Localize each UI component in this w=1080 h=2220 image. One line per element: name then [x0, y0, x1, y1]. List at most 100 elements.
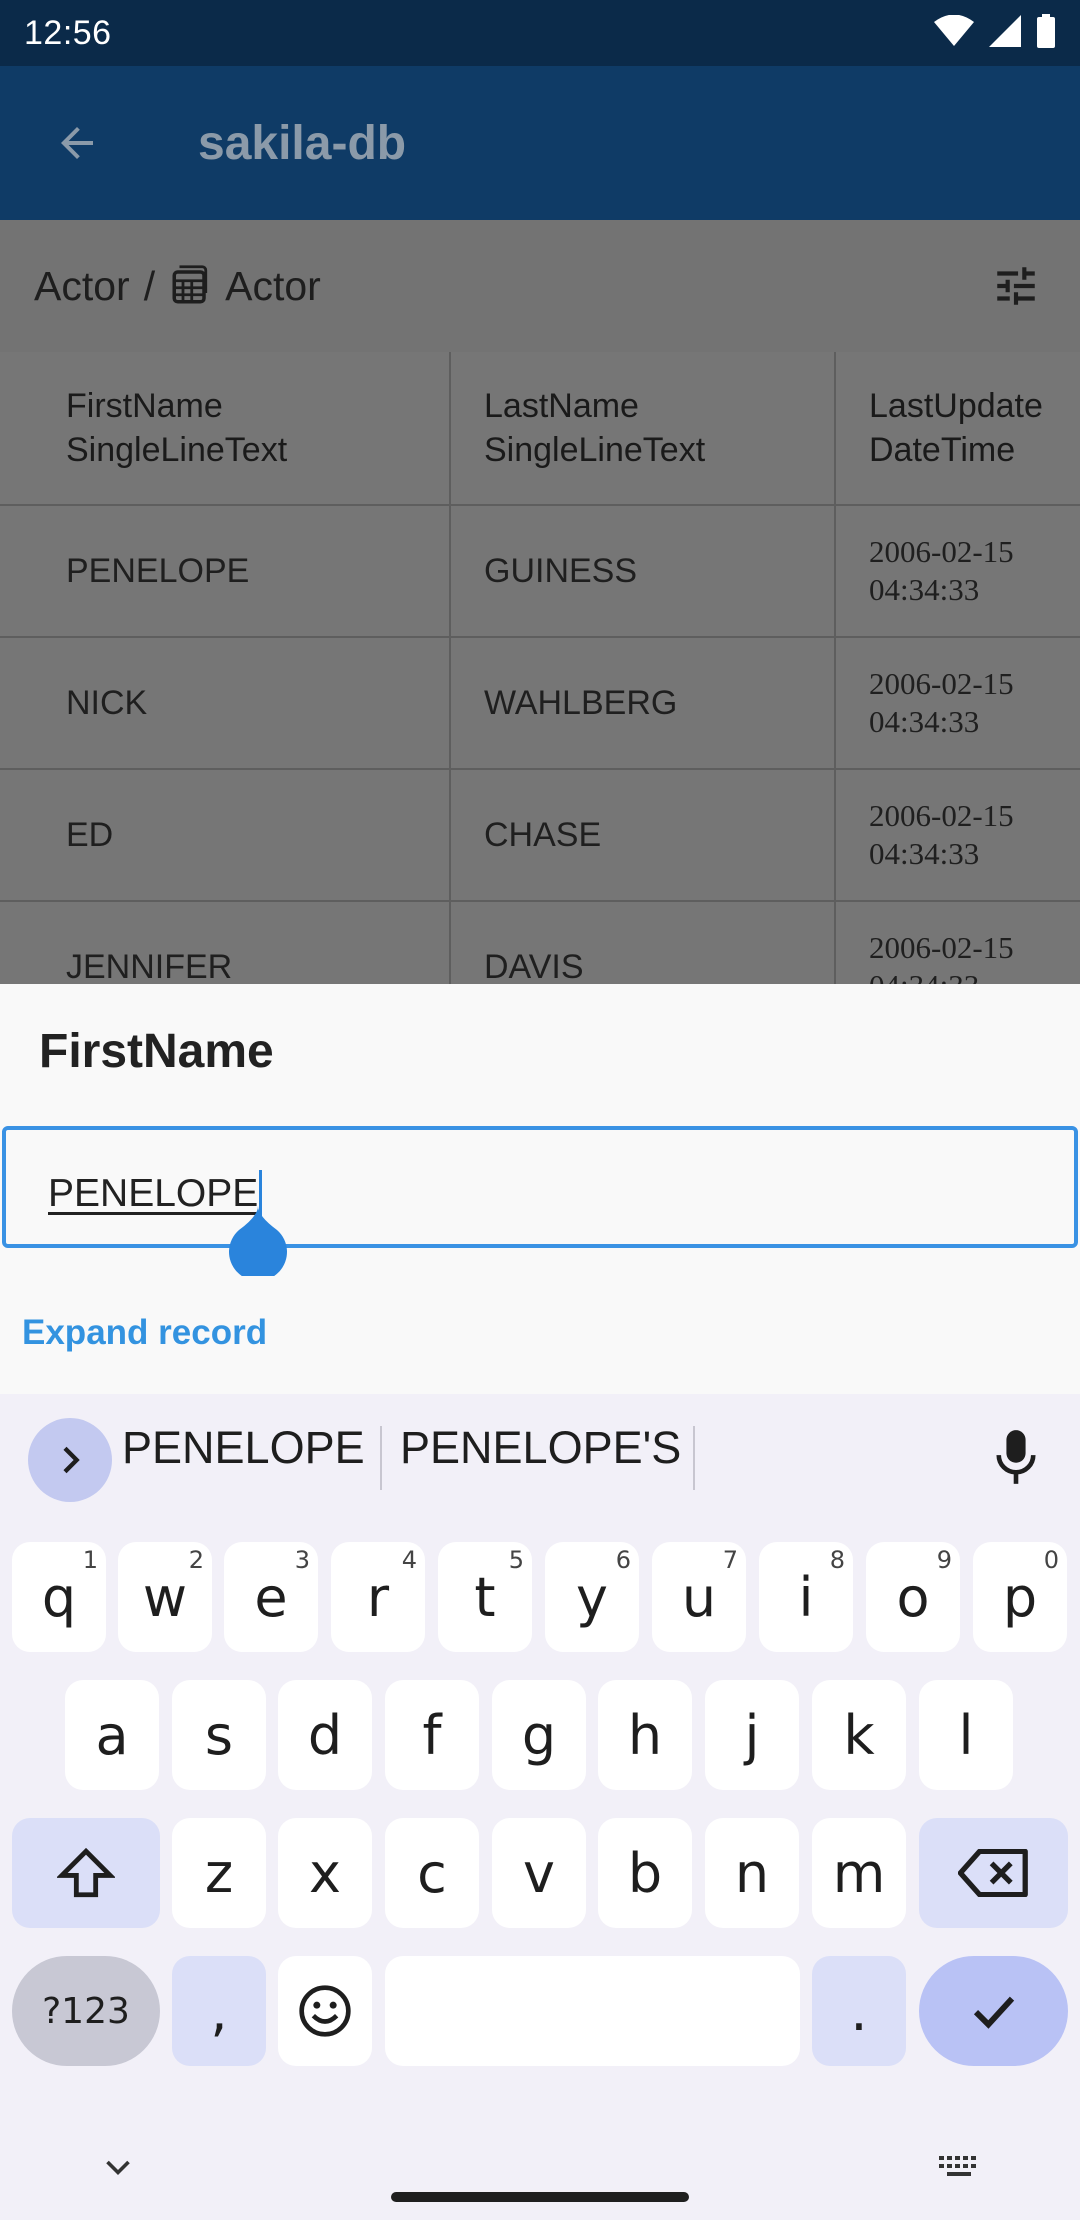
suggestion-2[interactable]: PENELOPE'S — [400, 1422, 681, 1474]
chevron-down-icon — [106, 2160, 130, 2176]
key-o[interactable]: o9 — [866, 1542, 960, 1652]
wifi-icon — [934, 14, 974, 52]
cell-lastname[interactable]: WAHLBERG — [451, 638, 836, 768]
key-j[interactable]: j — [705, 1680, 799, 1790]
voice-input-button[interactable] — [986, 1424, 1046, 1490]
battery-icon — [1036, 13, 1056, 53]
table-icon — [169, 265, 211, 307]
chevron-right-icon — [63, 1446, 80, 1474]
cell-lastupdate[interactable]: 2006-02-1504:34:33 — [836, 902, 1080, 984]
column-name: FirstName — [66, 387, 223, 425]
column-type: SingleLineText — [66, 431, 288, 469]
key-d[interactable]: d — [278, 1680, 372, 1790]
table-row[interactable]: PENELOPE GUINESS 2006-02-15 04:34:33 — [0, 506, 1080, 638]
key-b[interactable]: b — [598, 1818, 692, 1928]
done-key[interactable] — [919, 1956, 1068, 2066]
home-gesture-bar[interactable] — [391, 2192, 689, 2202]
filter-button[interactable] — [990, 260, 1042, 312]
app-title: sakila-db — [198, 116, 407, 170]
soft-keyboard: PENELOPE PENELOPE'S q1 w2 e3 r4 t5 y6 u7… — [0, 1394, 1080, 2220]
cell-firstname[interactable]: NICK — [0, 638, 451, 768]
key-c[interactable]: c — [385, 1818, 479, 1928]
cell-lastname[interactable]: DAVIS — [451, 902, 836, 984]
firstname-input[interactable]: PENELOPE — [2, 1126, 1078, 1248]
key-w[interactable]: w2 — [118, 1542, 212, 1652]
cell-lastupdate[interactable]: 2006-02-1504:34:33 — [836, 770, 1080, 900]
edit-cell-sheet: FirstName PENELOPE Expand record — [0, 984, 1080, 1394]
navigation-bar — [0, 2130, 1080, 2220]
key-k[interactable]: k — [812, 1680, 906, 1790]
cell-lastupdate[interactable]: 2006-02-1504:34:33 — [836, 638, 1080, 768]
hide-keyboard-button[interactable] — [96, 2146, 140, 2190]
breadcrumb-parent[interactable]: Actor — [34, 263, 130, 310]
suggestion-divider — [380, 1426, 382, 1490]
emoji-icon — [299, 1985, 351, 2037]
cell-date: 2006-02-15 — [869, 666, 1014, 701]
column-header-lastname[interactable]: LastName SingleLineText — [451, 352, 836, 504]
key-e[interactable]: e3 — [224, 1542, 318, 1652]
cell-date: 2006-02-15 — [869, 798, 1014, 833]
cell-lastname[interactable]: CHASE — [451, 770, 836, 900]
shift-key[interactable] — [12, 1818, 160, 1928]
keyboard-switch-button[interactable] — [934, 2148, 984, 2188]
suggestions-expand-button[interactable] — [28, 1418, 112, 1502]
key-f[interactable]: f — [385, 1680, 479, 1790]
status-icons — [934, 13, 1056, 53]
data-grid: FirstName SingleLineText LastName SingleLi… — [0, 352, 1080, 984]
key-t[interactable]: t5 — [438, 1542, 532, 1652]
cell-date: 2006-02-15 — [869, 930, 1014, 965]
back-button[interactable] — [0, 66, 154, 220]
breadcrumb-separator: / — [143, 262, 156, 309]
column-name: LastUpdate — [869, 387, 1043, 425]
key-h[interactable]: h — [598, 1680, 692, 1790]
cell-firstname[interactable]: JENNIFER — [0, 902, 451, 984]
cellular-signal-icon — [988, 14, 1022, 53]
backspace-key[interactable] — [919, 1818, 1068, 1928]
shift-icon — [57, 1847, 115, 1898]
column-type: SingleLineText — [484, 431, 706, 469]
key-g[interactable]: g — [492, 1680, 586, 1790]
breadcrumb-current: Actor — [225, 262, 321, 309]
app-bar: sakila-db — [0, 66, 1080, 220]
suggestion-1[interactable]: PENELOPE — [122, 1422, 365, 1474]
backspace-icon — [957, 1849, 1028, 1897]
cell-time: 04:34:33 — [869, 704, 980, 739]
cursor-handle-icon[interactable] — [227, 1206, 289, 1276]
expand-record-link[interactable]: Expand record — [22, 1313, 267, 1353]
column-header-firstname[interactable]: FirstName SingleLineText — [0, 352, 451, 504]
symbols-key[interactable]: ?123 — [12, 1956, 160, 2066]
table-row[interactable]: JENNIFER DAVIS 2006-02-15 04:34:33 — [0, 902, 1080, 984]
cell-date: 2006-02-15 — [869, 534, 1014, 569]
status-time: 12:56 — [24, 13, 112, 52]
cell-firstname[interactable]: ED — [0, 770, 451, 900]
key-i[interactable]: i8 — [759, 1542, 853, 1652]
key-x[interactable]: x — [278, 1818, 372, 1928]
cell-firstname[interactable]: PENELOPE — [0, 506, 451, 636]
key-v[interactable]: v — [492, 1818, 586, 1928]
key-r[interactable]: r4 — [331, 1542, 425, 1652]
key-m[interactable]: m — [812, 1818, 906, 1928]
key-s[interactable]: s — [172, 1680, 266, 1790]
cell-time: 04:34:33 — [869, 836, 980, 871]
comma-key[interactable]: , — [172, 1956, 266, 2066]
key-n[interactable]: n — [705, 1818, 799, 1928]
space-key[interactable] — [385, 1956, 800, 2066]
table-row[interactable]: ED CHASE 2006-02-15 04:34:33 — [0, 770, 1080, 902]
key-q[interactable]: q1 — [12, 1542, 106, 1652]
field-label: FirstName — [39, 1025, 274, 1078]
cell-lastname[interactable]: GUINESS — [451, 506, 836, 636]
key-l[interactable]: l — [919, 1680, 1013, 1790]
key-a[interactable]: a — [65, 1680, 159, 1790]
keyboard-icon — [939, 2156, 976, 2176]
emoji-key[interactable] — [278, 1956, 372, 2066]
key-y[interactable]: y6 — [545, 1542, 639, 1652]
key-z[interactable]: z — [172, 1818, 266, 1928]
cell-lastupdate[interactable]: 2006-02-1504:34:33 — [836, 506, 1080, 636]
table-header-row: FirstName SingleLineText LastName SingleLi… — [0, 352, 1080, 506]
suggestion-divider — [693, 1426, 695, 1490]
key-p[interactable]: p0 — [973, 1542, 1067, 1652]
column-header-lastupdate[interactable]: LastUpdate DateTime — [836, 352, 1080, 504]
table-row[interactable]: NICK WAHLBERG 2006-02-15 04:34:33 — [0, 638, 1080, 770]
key-u[interactable]: u7 — [652, 1542, 746, 1652]
period-key[interactable]: . — [812, 1956, 906, 2066]
